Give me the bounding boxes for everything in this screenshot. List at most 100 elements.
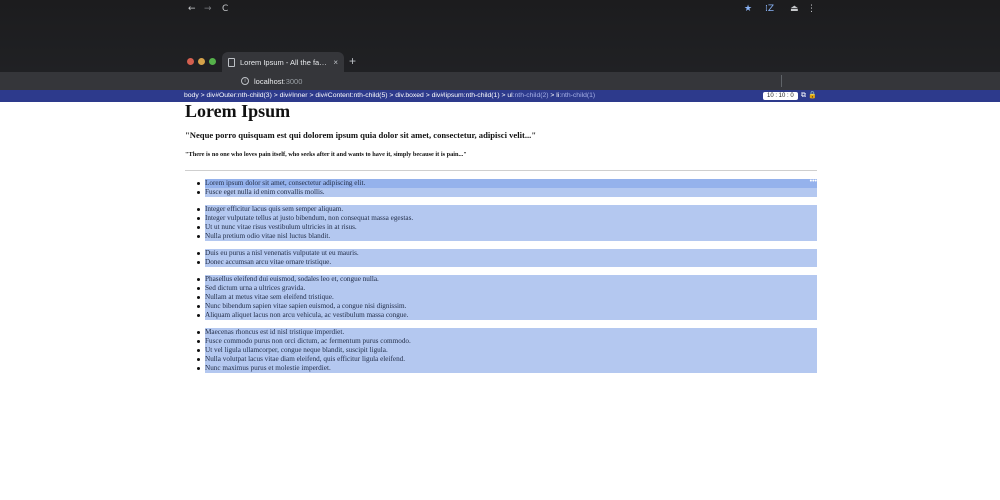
breadcrumb-item-suffix: :nth-child(2)	[512, 92, 549, 99]
list-item[interactable]: Nullam at metus vitae sem eleifend trist…	[185, 293, 817, 302]
list-item[interactable]: Maecenas rhoncus est id nisl tristique i…	[185, 328, 817, 337]
site-info-icon[interactable]: i	[241, 77, 249, 85]
profile-icon[interactable]: ⏏	[790, 3, 799, 15]
breadcrumb-item[interactable]: div.boxed	[395, 92, 424, 99]
back-icon[interactable]: ←	[188, 3, 196, 15]
bullet	[197, 217, 200, 220]
breadcrumb-separator: >	[271, 92, 280, 99]
menu-icon[interactable]: ⋮	[807, 3, 816, 15]
list-item[interactable]: Nulla volutpat lacus vitae diam eleifend…	[185, 355, 817, 364]
list-item-text: Nulla volutpat lacus vitae diam eleifend…	[205, 355, 406, 363]
page-title: Lorem Ipsum	[185, 101, 291, 121]
bullet	[197, 252, 200, 255]
list: Maecenas rhoncus est id nisl tristique i…	[185, 328, 817, 373]
bullet	[197, 314, 200, 317]
bullet	[197, 358, 200, 361]
bullet	[197, 296, 200, 299]
list-item-text: Lorem ipsum dolor sit amet, consectetur …	[205, 179, 366, 187]
breadcrumb-separator: >	[423, 92, 432, 99]
list-item-text: Integer efficitur lacus quis sem semper …	[205, 205, 344, 213]
list-item-text: Nullam at metus vitae sem eleifend trist…	[205, 293, 334, 301]
list-item[interactable]: Nulla pretium odio vitae nisl luctus bla…	[185, 232, 817, 241]
list-item-text: Ut vel ligula ullamcorper, congue neque …	[205, 346, 388, 354]
bullet	[197, 349, 200, 352]
url-port: :3000	[283, 76, 303, 86]
page-content: Lorem Ipsum "Neque porro quisquam est qu…	[185, 101, 817, 373]
list-item-text: Ut ut nunc vitae risus vestibulum ultric…	[205, 223, 357, 231]
window-titlebar	[0, 0, 1000, 72]
extension-icon[interactable]: ⁞Z	[765, 3, 774, 15]
list: Lorem ipsum dolor sit amet, consectetur …	[185, 178, 817, 197]
bullet	[197, 191, 200, 194]
list: Integer efficitur lacus quis sem semper …	[185, 205, 817, 241]
bullet	[197, 208, 200, 211]
list-item-text: Duis eu purus a nisl venenatis vulputate…	[205, 249, 359, 257]
list-item[interactable]: Duis eu purus a nisl venenatis vulputate…	[185, 249, 817, 258]
bullet	[197, 235, 200, 238]
list-item[interactable]: Ut vel ligula ullamcorper, congue neque …	[185, 346, 817, 355]
maximize-window-button[interactable]	[209, 58, 216, 65]
list-item[interactable]: Nunc maximus purus et molestie imperdiet…	[185, 364, 817, 373]
selected-list-item[interactable]: Lorem ipsum dolor sit amet, consectetur …	[185, 178, 817, 188]
list: Phasellus eleifend dui euismod, sodales …	[185, 275, 817, 320]
list-item-text: Maecenas rhoncus est id nisl tristique i…	[205, 328, 345, 336]
list-item-text: Nunc bibendum sapien vitae sapien euismo…	[205, 302, 407, 310]
close-tab-icon[interactable]: ×	[333, 58, 338, 67]
list-item-text: Fusce commodo purus non orci dictum, ac …	[205, 337, 411, 345]
inspector-breadcrumb-bar: body > div#Outer:nth-child(3) > div#Inne…	[0, 90, 1000, 102]
list-item-text: Fusce eget nulla id enim convallis molli…	[205, 188, 325, 196]
address-bar[interactable]: i localhost:3000	[241, 74, 302, 88]
reload-icon[interactable]: C	[222, 3, 228, 15]
list-item-text: Nunc maximus purus et molestie imperdiet…	[205, 364, 331, 372]
more-options-icon[interactable]: •••	[810, 178, 817, 186]
forward-icon[interactable]: →	[204, 3, 212, 15]
minimize-window-button[interactable]	[198, 58, 205, 65]
element-dimensions: 10 : 10 : 0	[763, 92, 798, 100]
bullet	[197, 367, 200, 370]
breadcrumb-item[interactable]: div#lipsum:nth-child(1)	[432, 92, 500, 99]
bullet	[197, 261, 200, 264]
list-item[interactable]: Fusce commodo purus non orci dictum, ac …	[185, 337, 817, 346]
bullet	[197, 340, 200, 343]
browser-tab[interactable]: Lorem Ipsum - All the facts - Li ×	[222, 52, 344, 72]
quote-translation: "There is no one who loves pain itself, …	[185, 151, 467, 158]
bullet	[197, 305, 200, 308]
list-item[interactable]: Fusce eget nulla id enim convallis molli…	[185, 188, 817, 197]
bookmark-star-icon[interactable]: ★	[744, 3, 752, 15]
copy-lock-icons[interactable]: ⧉ 🔒	[801, 90, 817, 102]
breadcrumb-item[interactable]: div#Outer:nth-child(3)	[207, 92, 272, 99]
lipsum-lists: Lorem ipsum dolor sit amet, consectetur …	[185, 178, 817, 381]
list-item[interactable]: Aliquam aliquet lacus non arcu vehicula,…	[185, 311, 817, 320]
list-item[interactable]: Donec accumsan arcu vitae ornare tristiq…	[185, 258, 817, 267]
bullet	[197, 278, 200, 281]
url-host: localhost	[254, 76, 284, 86]
bullet	[197, 331, 200, 334]
latin-quote: "Neque porro quisquam est qui dolorem ip…	[185, 130, 537, 140]
document-icon	[228, 57, 235, 67]
list-item[interactable]: Nunc bibendum sapien vitae sapien euismo…	[185, 302, 817, 311]
list: Duis eu purus a nisl venenatis vulputate…	[185, 249, 817, 267]
list-item-text: Aliquam aliquet lacus non arcu vehicula,…	[205, 311, 409, 319]
list-item[interactable]: Integer efficitur lacus quis sem semper …	[185, 205, 817, 214]
list-item-text: Donec accumsan arcu vitae ornare tristiq…	[205, 258, 332, 266]
list-item-text: Sed dictum urna a ultrices gravida.	[205, 284, 306, 292]
list-item[interactable]: Phasellus eleifend dui euismod, sodales …	[185, 275, 817, 284]
list-item[interactable]: Ut ut nunc vitae risus vestibulum ultric…	[185, 223, 817, 232]
breadcrumb-item[interactable]: body	[184, 92, 199, 99]
breadcrumb-item[interactable]: div#Content:nth-child(5)	[315, 92, 387, 99]
new-tab-button[interactable]: +	[349, 54, 356, 68]
breadcrumb-separator: >	[198, 92, 207, 99]
breadcrumb-item-suffix: :nth-child(1)	[559, 92, 596, 99]
list-item[interactable]: Sed dictum urna a ultrices gravida.	[185, 284, 817, 293]
bullet	[197, 182, 200, 185]
browser-toolbar	[0, 72, 1000, 90]
list-item[interactable]: Integer vulputate tellus at justo bibend…	[185, 214, 817, 223]
divider	[185, 170, 817, 171]
breadcrumb-item[interactable]: div#Inner	[280, 92, 308, 99]
close-window-button[interactable]	[187, 58, 194, 65]
toolbar-divider	[781, 75, 782, 87]
list-item-text: Nulla pretium odio vitae nisl luctus bla…	[205, 232, 331, 240]
bullet	[197, 287, 200, 290]
list-item-text: Phasellus eleifend dui euismod, sodales …	[205, 275, 379, 283]
tab-title: Lorem Ipsum - All the facts - Li	[240, 57, 329, 67]
